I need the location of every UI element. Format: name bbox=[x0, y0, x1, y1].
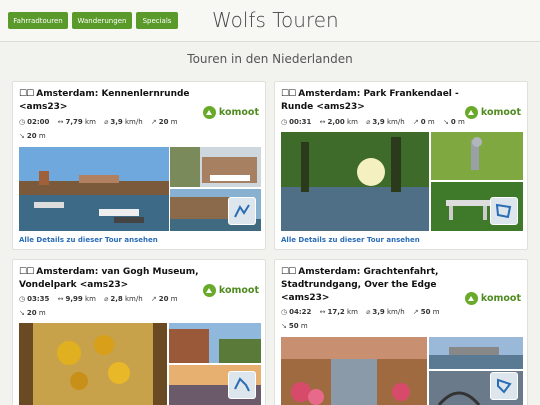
map-route-icon bbox=[234, 377, 250, 392]
ascent-stat: ↗ 20 m bbox=[150, 295, 178, 303]
tour-title[interactable]: ☐☐ Amsterdam: Grachtenfahrt, Stadtrundga… bbox=[281, 266, 481, 305]
nav-button-specials[interactable]: Specials bbox=[136, 12, 178, 29]
tour-card: ☐☐ Amsterdam: Kennenlernrunde <ams23> ko… bbox=[12, 81, 266, 250]
route-map-icon[interactable] bbox=[490, 372, 518, 400]
distance-stat: ↔ 17,2 km bbox=[319, 308, 358, 316]
tour-title[interactable]: ☐☐ Amsterdam: van Gogh Museum, Vondelpar… bbox=[19, 266, 209, 292]
komoot-brand-text: komoot bbox=[480, 293, 521, 304]
tour-photo-gallery[interactable] bbox=[281, 132, 523, 231]
distance-stat: ↔ 7,79 km bbox=[57, 118, 96, 126]
speed-stat: ⌀ 2,8 km/h bbox=[104, 295, 143, 303]
tour-checkboxes: ☐☐ bbox=[281, 89, 296, 99]
tour-title[interactable]: ☐☐ Amsterdam: Park Frankendael - Runde <… bbox=[281, 88, 471, 114]
route-map-icon[interactable] bbox=[228, 371, 256, 399]
tour-title-text: Amsterdam: Grachtenfahrt, Stadtrundgang,… bbox=[281, 267, 439, 303]
tour-checkboxes: ☐☐ bbox=[19, 267, 34, 277]
tour-photo-sunflowers-painting[interactable] bbox=[19, 323, 167, 405]
nav-button-wanderungen[interactable]: Wanderungen bbox=[72, 12, 132, 29]
ascent-arrow-icon: ↗ bbox=[150, 295, 157, 303]
distance-arrows-icon: ↔ bbox=[319, 118, 326, 126]
duration-stat: ◷ 03:35 bbox=[19, 295, 50, 303]
ascent-stat: ↗ 0 m bbox=[412, 118, 435, 126]
descent-arrow-icon: ↘ bbox=[19, 309, 25, 317]
distance-arrows-icon: ↔ bbox=[319, 308, 326, 316]
tour-photo-park-pond[interactable] bbox=[281, 132, 429, 231]
tour-photo-heron[interactable] bbox=[431, 132, 523, 180]
tour-stats: ◷ 00:31 ↔ 2,00 km ⌀ 3,9 km/h ↗ 0 m ↘ 0 m bbox=[281, 115, 521, 129]
duration-stat: ◷ 02:00 bbox=[19, 118, 50, 126]
duration-stat: ◷ 00:31 bbox=[281, 118, 312, 126]
speed-icon: ⌀ bbox=[366, 118, 371, 126]
tour-photo-bridge[interactable] bbox=[170, 147, 261, 187]
descent-arrow-icon: ↘ bbox=[442, 118, 449, 126]
distance-stat: ↔ 9,99 km bbox=[57, 295, 96, 303]
ascent-arrow-icon: ↗ bbox=[412, 308, 419, 316]
ascent-stat: ↗ 50 m bbox=[412, 308, 440, 316]
duration-stat: ◷ 04:22 bbox=[281, 308, 312, 316]
descent-stat: ↘ 0 m bbox=[442, 118, 465, 126]
descent-stat: ↘ 20 m bbox=[19, 309, 46, 317]
section-title: Touren in den Niederlanden bbox=[187, 52, 353, 66]
speed-stat: ⌀ 3,9 km/h bbox=[104, 118, 143, 126]
tour-title-text: Amsterdam: van Gogh Museum, Vondelpark <… bbox=[19, 267, 199, 290]
clock-icon: ◷ bbox=[19, 118, 26, 126]
tour-card: ☐☐ Amsterdam: Park Frankendael - Runde <… bbox=[274, 81, 528, 250]
speed-icon: ⌀ bbox=[104, 118, 109, 126]
tour-photo-harbor[interactable] bbox=[429, 337, 523, 369]
tour-photo-gallery[interactable] bbox=[19, 147, 261, 231]
top-bar: Fahrradtouren Wanderungen Specials Wolfs… bbox=[0, 0, 540, 42]
distance-stat: ↔ 2,00 km bbox=[319, 118, 358, 126]
speed-stat: ⌀ 3,9 km/h bbox=[366, 308, 405, 316]
tour-title-text: Amsterdam: Kennenlernrunde <ams23> bbox=[19, 89, 190, 112]
tour-details-link[interactable]: Alle Details zu dieser Tour ansehen bbox=[19, 236, 158, 244]
ascent-arrow-icon: ↗ bbox=[150, 118, 157, 126]
ascent-arrow-icon: ↗ bbox=[412, 118, 419, 126]
tour-stats: ◷ 03:35 ↔ 9,99 km ⌀ 2,8 km/h ↗ 20 m ↘ 20 m bbox=[19, 292, 259, 320]
descent-arrow-icon: ↘ bbox=[281, 322, 287, 330]
tour-title[interactable]: ☐☐ Amsterdam: Kennenlernrunde <ams23> bbox=[19, 88, 209, 114]
tour-photo-canal-flowers[interactable] bbox=[281, 337, 427, 405]
distance-arrows-icon: ↔ bbox=[57, 118, 64, 126]
site-title: Wolfs Touren bbox=[212, 8, 339, 32]
descent-stat: ↘ 50 m bbox=[281, 322, 308, 330]
distance-arrows-icon: ↔ bbox=[57, 295, 64, 303]
tour-card: ☐☐ Amsterdam: Grachtenfahrt, Stadtrundga… bbox=[274, 259, 528, 405]
clock-icon: ◷ bbox=[281, 308, 288, 316]
speed-icon: ⌀ bbox=[104, 295, 109, 303]
speed-stat: ⌀ 3,9 km/h bbox=[366, 118, 405, 126]
clock-icon: ◷ bbox=[19, 295, 26, 303]
nav-button-fahrradtouren[interactable]: Fahrradtouren bbox=[8, 12, 68, 29]
komoot-logo[interactable]: komoot bbox=[464, 292, 521, 305]
tour-photo-museum-street[interactable] bbox=[169, 323, 261, 363]
tour-photo-gallery[interactable] bbox=[19, 323, 261, 405]
tour-checkboxes: ☐☐ bbox=[19, 89, 34, 99]
tour-stats: ◷ 04:22 ↔ 17,2 km ⌀ 3,9 km/h ↗ 50 m ↘ 50 m bbox=[281, 305, 521, 333]
tour-photo-canal[interactable] bbox=[19, 147, 169, 231]
ascent-stat: ↗ 20 m bbox=[150, 118, 178, 126]
tour-photo-gallery[interactable] bbox=[281, 337, 523, 405]
tour-checkboxes: ☐☐ bbox=[281, 267, 296, 277]
komoot-mountain-icon bbox=[464, 292, 478, 305]
tour-card: ☐☐ Amsterdam: van Gogh Museum, Vondelpar… bbox=[12, 259, 266, 405]
descent-arrow-icon: ↘ bbox=[19, 132, 25, 140]
descent-stat: ↘ 20 m bbox=[19, 132, 46, 140]
clock-icon: ◷ bbox=[281, 118, 288, 126]
tour-details-link[interactable]: Alle Details zu dieser Tour ansehen bbox=[281, 236, 420, 244]
tour-title-text: Amsterdam: Park Frankendael - Runde <ams… bbox=[281, 89, 459, 112]
route-map-icon[interactable] bbox=[228, 197, 256, 225]
tour-stats: ◷ 02:00 ↔ 7,79 km ⌀ 3,9 km/h ↗ 20 m ↘ 20 m bbox=[19, 115, 259, 143]
speed-icon: ⌀ bbox=[366, 308, 371, 316]
route-map-icon[interactable] bbox=[490, 197, 518, 225]
map-route-icon bbox=[497, 378, 512, 394]
map-route-icon bbox=[495, 203, 512, 219]
map-route-icon bbox=[234, 204, 250, 218]
